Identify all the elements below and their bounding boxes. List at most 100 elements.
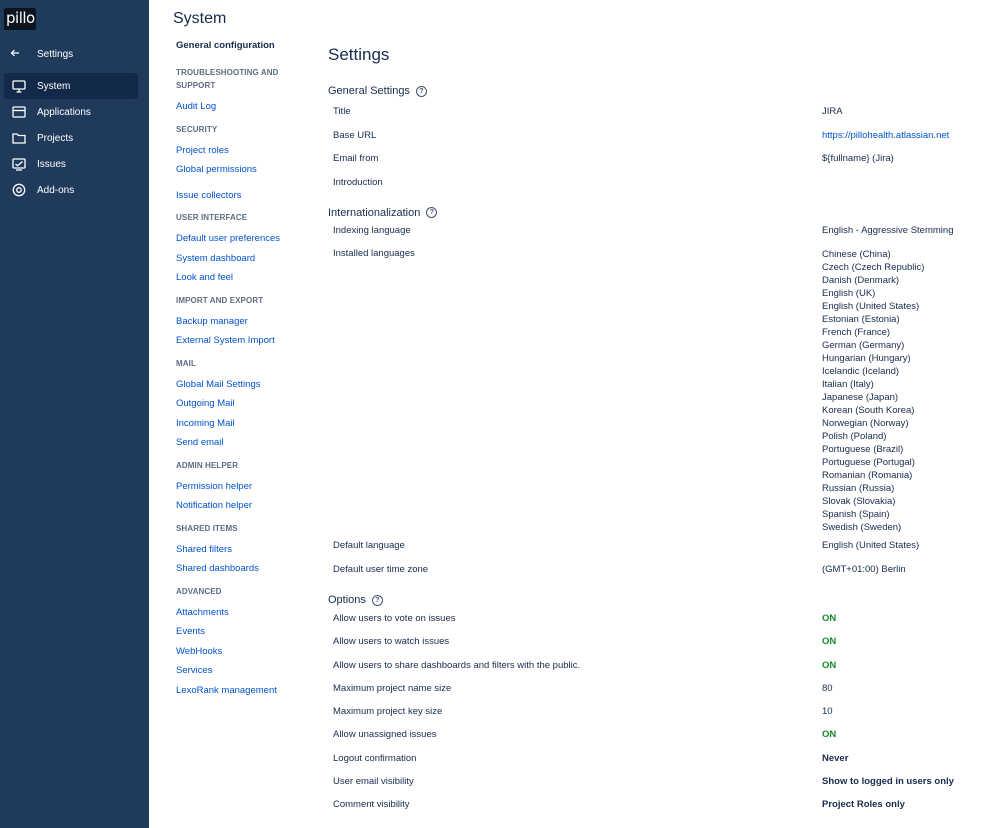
option-label: Maximum project key size [333,706,443,718]
sidebar-item-label: Applications [37,106,91,118]
option-label: Allow unassigned issues [333,729,437,741]
subnav-link-incoming-mail[interactable]: Incoming Mail [176,414,306,434]
option-value: Never [822,752,849,764]
subnav-link-global-permissions[interactable]: Global permissions [176,160,306,180]
subnav-link-system-dashboard[interactable]: System dashboard [176,249,306,269]
subnav-link-send-email[interactable]: Send email [176,433,306,453]
option-value: 10 [822,706,833,718]
sidebar-item-projects[interactable]: Projects [4,125,138,151]
subnav-link-global-mail-settings[interactable]: Global Mail Settings [176,375,306,395]
subnav-group: ADMIN HELPER Permission helper Notificat… [176,459,306,516]
sidebar-item-addons[interactable]: Add-ons [4,177,138,203]
subnav-link-shared-dashboards[interactable]: Shared dashboards [176,559,306,579]
subnav-link-external-system-import[interactable]: External System Import [176,331,306,351]
option-row: Maximum project name size 80 [328,683,988,706]
subnav-link-default-user-preferences[interactable]: Default user preferences [176,229,306,249]
monitor-icon [12,79,26,93]
back-label: Settings [37,48,74,60]
sidebar-item-label: Add-ons [37,184,75,196]
subnav-link-permission-helper[interactable]: Permission helper [176,477,306,497]
sidebar-item-system[interactable]: System [4,73,138,99]
subnav-current-item[interactable]: General configuration [176,40,306,56]
base-url-link[interactable]: https://pillohealth.atlassian.net [822,130,949,154]
setting-row: Email from ${fullname} (Jira) [328,153,988,177]
installed-language: Japanese (Japan) [822,392,899,403]
setting-value: English (United States) [822,540,920,551]
installed-language: French (France) [822,327,891,338]
installed-language: English (United States) [822,301,920,312]
option-row: User email visibility Show to logged in u… [328,776,988,799]
sidebar-nav: System Applications Projects Issues Add-… [4,73,138,203]
option-row: Allow users to watch issues ON [328,636,988,659]
option-label: Allow users to watch issues [333,636,450,648]
help-icon[interactable]: ? [426,207,438,218]
setting-row: Installed languages Chinese (China) Czech… [328,248,988,540]
installed-language: Czech (Czech Republic) [822,262,925,273]
subnav-link-audit-log[interactable]: Audit Log [176,97,306,117]
help-icon[interactable]: ? [371,594,383,606]
subnav-group-title: ADMIN HELPER [176,460,239,470]
option-value: ON [822,613,837,624]
option-row: Allow unassigned issues ON [328,729,988,752]
setting-value: English - Aggressive Stemming [822,224,954,236]
option-label: Comment visibility [333,799,410,811]
subnav-link-issue-collectors[interactable]: Issue collectors [176,186,306,206]
section-title: Options [328,594,366,606]
subnav-link-webhooks[interactable]: WebHooks [176,642,306,662]
subnav-group: TROUBLESHOOTING AND SUPPORT Audit Log [176,66,306,117]
pillo-logo[interactable]: pillo [4,8,36,30]
setting-row: Default language English (United States) [328,540,988,564]
installed-language: Norwegian (Norway) [822,418,909,429]
option-label: Allow users to share dashboards and filt… [333,659,581,671]
option-row: Maximum project key size 10 [328,706,988,729]
internationalization-heading: Internationalization ? [328,204,988,222]
subnav-link-look-and-feel[interactable]: Look and feel [176,268,306,288]
option-label: Allow users to vote on issues [333,613,456,624]
installed-language: Russian (Russia) [822,483,895,494]
option-label: Logout confirmation [333,752,417,764]
subnav-group-title: MAIL [176,358,196,368]
subnav-group-title: ADVANCED [176,586,222,596]
option-value: ON [822,636,837,648]
subnav-group-title: TROUBLESHOOTING AND SUPPORT [176,68,279,90]
option-row: Comment visibility Project Roles only [328,799,988,822]
settings-title: Settings [328,45,390,64]
subnav-link-project-roles[interactable]: Project roles [176,141,306,161]
installed-language: Estonian (Estonia) [822,314,900,325]
subnav-link-lexorank-management[interactable]: LexoRank management [176,681,306,701]
subnav-link-attachments[interactable]: Attachments [176,603,306,623]
option-value: ON [822,659,837,671]
options-list: Allow users to vote on issues ON Allow use… [328,613,988,823]
installed-language: Italian (Italy) [822,379,874,390]
installed-language: Portuguese (Brazil) [822,444,904,455]
options-heading: Options ? [328,591,988,609]
installed-language: Slovak (Slovakia) [822,496,896,507]
installed-language: Polish (Poland) [822,431,887,442]
installed-language: Spanish (Spain) [822,509,890,520]
setting-value: JIRA [822,106,843,117]
subnav-link-services[interactable]: Services [176,661,306,681]
subnav-link-events[interactable]: Events [176,622,306,642]
section-title: General Settings [328,85,410,97]
back-to-settings[interactable]: Settings [0,44,149,64]
option-row: Allow users to vote on issues ON [328,613,988,636]
setting-value: ${fullname} (Jira) [822,153,894,164]
sidebar-item-applications[interactable]: Applications [4,99,138,125]
subnav-link-backup-manager[interactable]: Backup manager [176,312,306,332]
help-icon[interactable]: ? [415,85,427,97]
applications-icon [12,105,26,119]
subnav-link-notification-helper[interactable]: Notification helper [176,496,306,516]
subnav-link-outgoing-mail[interactable]: Outgoing Mail [176,394,306,414]
option-value: Show to logged in users only [822,776,954,788]
setting-label: Introduction [333,176,383,188]
installed-language: Danish (Denmark) [822,275,900,286]
sidebar-item-issues[interactable]: Issues [4,151,138,177]
option-row: Logout confirmation Never [328,753,988,776]
installed-language: Hungarian (Hungary) [822,353,911,364]
option-row: Allow users to share dashboards and filt… [328,660,988,683]
setting-row: Default user time zone (GMT+01:00) Berli… [328,564,988,588]
option-value: ON [822,729,837,741]
setting-label: Default language [333,540,405,551]
settings-main: Settings General Settings ? Title JIRA B… [328,40,988,823]
subnav-link-shared-filters[interactable]: Shared filters [176,540,306,560]
